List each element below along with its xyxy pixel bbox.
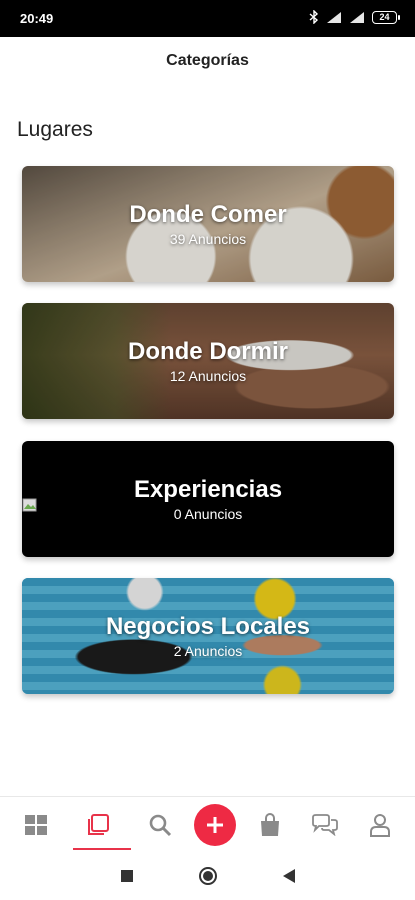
card-count: 2 Anuncios	[173, 642, 243, 659]
card-count: 12 Anuncios	[169, 367, 247, 384]
card-title: Experiencias	[133, 476, 283, 504]
bluetooth-icon	[309, 10, 319, 24]
card-title: Donde Dormir	[127, 338, 288, 366]
card-title: Negocios Locales	[105, 613, 311, 641]
signal-icon	[327, 11, 341, 23]
card-text: Donde Comer 39 Anuncios	[22, 166, 394, 282]
nav-home[interactable]	[14, 800, 58, 850]
category-card-experiencias[interactable]: Experiencias 0 Anuncios	[22, 441, 394, 557]
categories-icon	[87, 813, 109, 835]
home-button[interactable]	[198, 866, 218, 886]
search-icon	[149, 814, 171, 836]
recents-icon	[120, 870, 133, 882]
back-icon	[282, 869, 295, 883]
category-card-donde-dormir[interactable]: Donde Dormir 12 Anuncios	[22, 303, 394, 419]
battery-icon: 24	[372, 10, 400, 24]
home-icon	[198, 867, 217, 885]
card-text: Experiencias 0 Anuncios	[22, 441, 394, 557]
add-button[interactable]	[193, 803, 236, 846]
category-card-donde-comer[interactable]: Donde Comer 39 Anuncios	[22, 166, 394, 282]
status-time: 20:49	[20, 11, 54, 26]
nav-messages[interactable]	[303, 800, 347, 850]
page-title: Categorías	[166, 52, 249, 69]
nav-categories[interactable]	[69, 800, 131, 850]
status-icons: 24	[309, 10, 400, 24]
android-nav-bar	[0, 852, 415, 900]
chat-icon	[311, 813, 338, 836]
app-header: Categorías	[0, 37, 415, 85]
add-icon	[206, 816, 223, 833]
nav-profile[interactable]	[358, 800, 402, 850]
nav-search[interactable]	[138, 800, 182, 850]
bottom-nav	[0, 796, 415, 852]
profile-icon	[369, 813, 390, 837]
section-title: Lugares	[17, 118, 93, 141]
card-count: 39 Anuncios	[169, 230, 247, 247]
battery-level: 24	[379, 11, 390, 22]
category-card-negocios-locales[interactable]: Negocios Locales 2 Anuncios	[22, 578, 394, 694]
signal-icon-2	[350, 11, 364, 23]
card-text: Donde Dormir 12 Anuncios	[22, 303, 394, 419]
recents-button[interactable]	[120, 869, 134, 883]
card-count: 0 Anuncios	[173, 505, 243, 522]
bag-icon	[260, 812, 279, 836]
grid-icon	[24, 814, 47, 835]
card-title: Donde Comer	[129, 201, 287, 229]
nav-active-indicator	[72, 847, 131, 850]
back-button[interactable]	[282, 868, 296, 884]
card-text: Negocios Locales 2 Anuncios	[22, 578, 394, 694]
nav-add[interactable]	[193, 800, 237, 850]
status-bar: 20:49 24	[0, 0, 415, 37]
nav-shop[interactable]	[248, 800, 292, 850]
